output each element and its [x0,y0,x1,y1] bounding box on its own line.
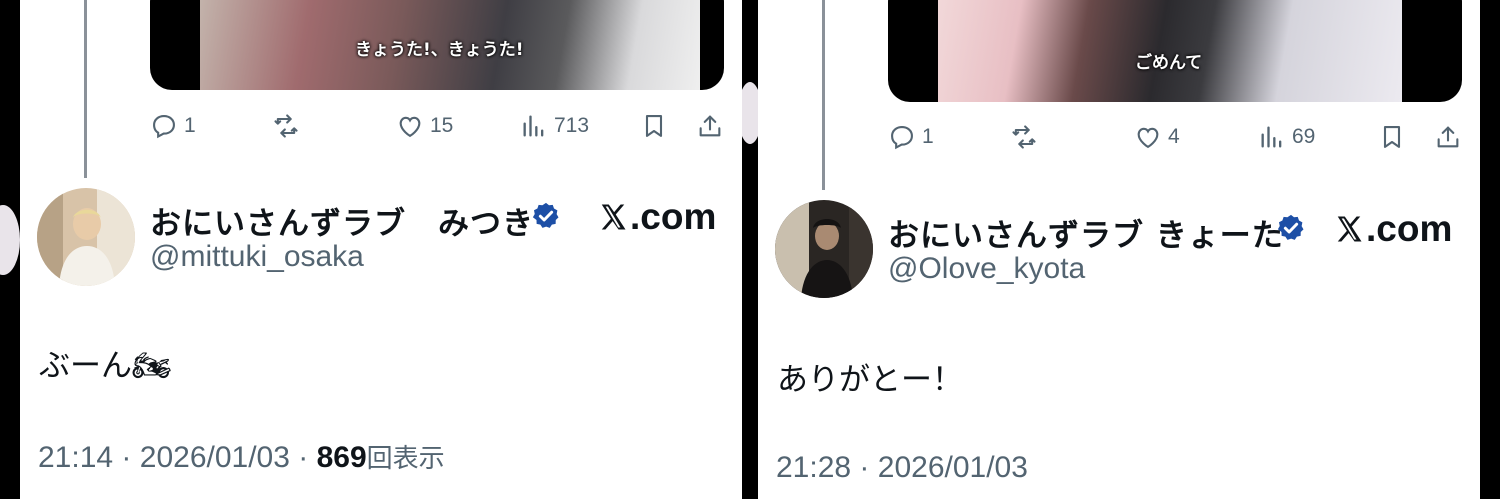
tweet-views-count: 869 [316,441,367,474]
reply-button[interactable]: 1 [150,106,196,146]
source-link[interactable]: .com [598,196,716,238]
tweet-views-label: 回表示 [366,444,445,474]
reply-icon [891,126,913,150]
x-logo-icon [601,204,626,230]
like-button[interactable]: 4 [1134,117,1180,157]
tweet-date[interactable]: 2026/01/03 [878,451,1028,484]
share-button[interactable] [696,106,724,146]
heart-icon [1137,127,1159,149]
bookmark-button[interactable] [1378,117,1406,157]
source-label: .com [630,196,717,237]
repost-icon [274,114,298,138]
handle[interactable]: @mittuki_osaka [150,240,364,274]
video-caption: きょうた!、きょうた! [355,40,524,60]
avatar-image [775,200,873,298]
bookmark-button[interactable] [640,106,668,146]
heart-icon [399,116,421,138]
verified-badge-icon [1277,214,1304,240]
tweet-action-bar: 1 4 69 [888,117,1468,157]
share-button[interactable] [1434,117,1462,157]
edge-sticker-left [0,205,20,275]
tweet-panel-left: きょうた!、きょうた! 1 15 713 おにいさんずラブ みつき .com @… [20,0,742,499]
share-icon [1437,126,1459,148]
tweet-video[interactable]: ごめんて [888,0,1462,102]
share-icon [699,115,721,137]
tweet-video[interactable]: きょうた!、きょうた! [150,0,724,90]
display-name[interactable]: おにいさんずラブ みつき [150,198,534,243]
tweet-time[interactable]: 21:14 [38,441,113,474]
like-button[interactable]: 15 [396,106,453,146]
bookmark-icon [645,115,663,137]
views-button[interactable]: 69 [1258,117,1315,157]
meta-separator: · [121,441,132,474]
reply-count: 1 [922,125,934,148]
reply-count: 1 [184,114,196,137]
tweet-panel-right: ごめんて 1 4 69 おにいさんずラブ きょーた .com @Olove_ky… [758,0,1480,499]
bookmark-icon [1383,126,1401,148]
avatar[interactable] [37,188,135,286]
repost-button[interactable] [272,106,306,146]
thread-line [822,0,825,190]
like-count: 15 [430,114,454,137]
x-logo-icon [1337,216,1362,242]
reply-button[interactable]: 1 [888,117,934,157]
reply-icon [153,115,175,139]
meta-separator: · [859,451,870,484]
tweet-action-bar: 1 15 713 [150,106,730,146]
tweet-text: ありがとー！ [777,362,963,398]
meta-separator: · [298,441,309,474]
views-count: 713 [554,114,590,137]
display-name[interactable]: おにいさんずラブ きょーた [888,210,1284,255]
thread-line [84,0,87,178]
avatar[interactable] [775,200,873,298]
tweet-time[interactable]: 21:28 [776,451,851,484]
avatar-image [37,188,135,286]
tweet-text: ぶーん🏍 [39,348,172,384]
video-caption: ごめんて [1135,53,1203,73]
views-count: 69 [1292,125,1316,148]
tweet-meta: 21:28 · 2026/01/03 [776,451,1028,485]
tweet-meta: 21:14 · 2026/01/03 · 869回表示 [38,438,445,475]
verified-badge-icon [532,202,559,228]
source-label: .com [1366,208,1453,249]
handle[interactable]: @Olove_kyota [888,252,1085,286]
tweet-date[interactable]: 2026/01/03 [140,441,290,474]
source-link[interactable]: .com [1334,208,1452,250]
analytics-icon [1261,126,1282,148]
repost-icon [1012,125,1036,149]
analytics-icon [523,115,544,137]
repost-button[interactable] [1010,117,1044,157]
like-count: 4 [1168,125,1180,148]
views-button[interactable]: 713 [520,106,589,146]
